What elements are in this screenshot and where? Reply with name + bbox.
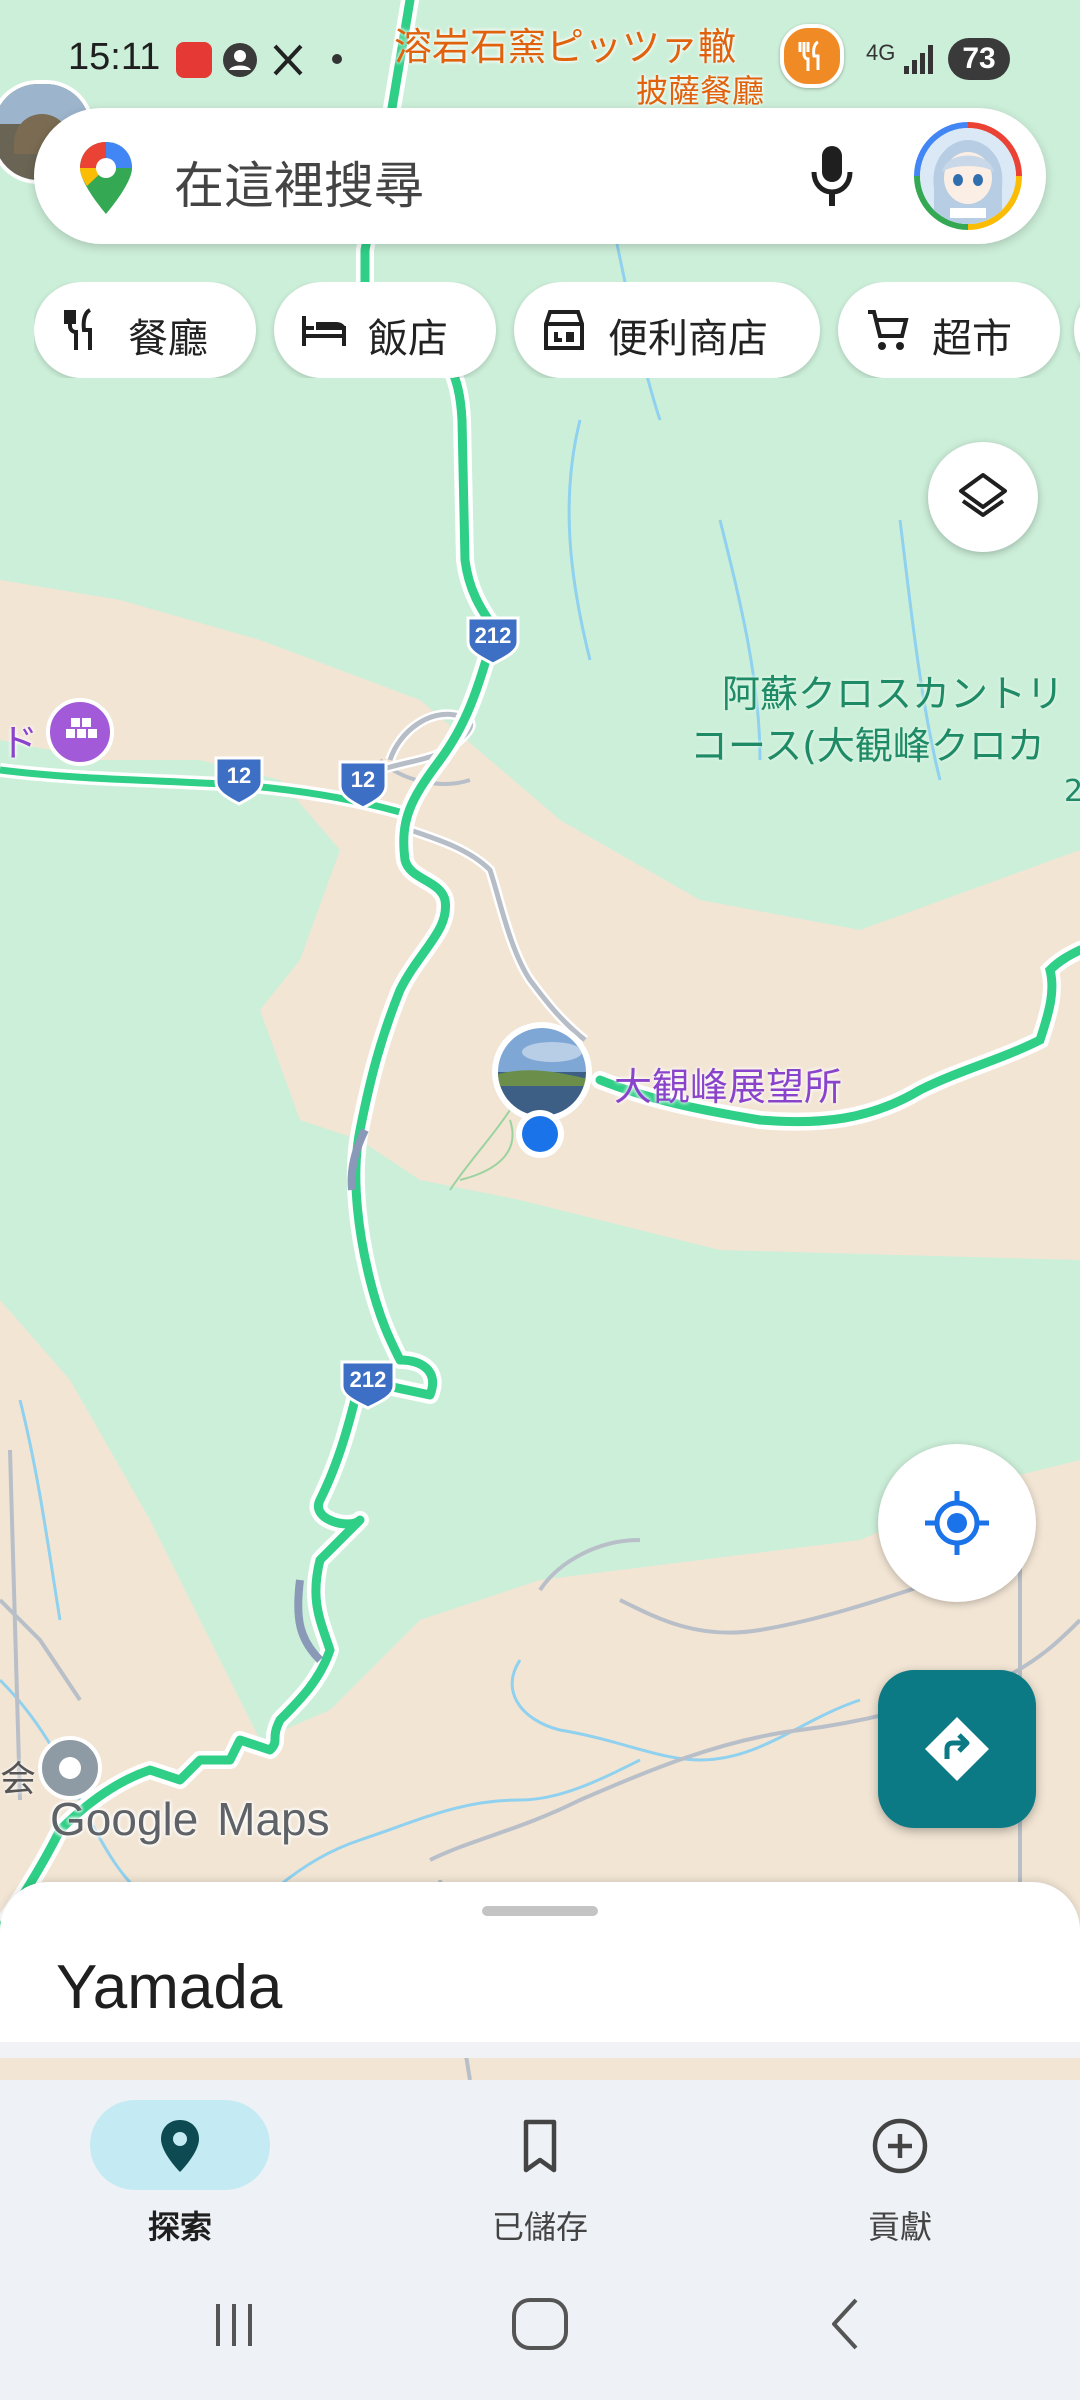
nav-label: 已儲存 xyxy=(491,2208,588,2246)
poi-marker-gray xyxy=(38,1736,102,1800)
my-location-icon xyxy=(925,1491,989,1555)
nav-explore[interactable]: 探索 xyxy=(0,2090,360,2250)
chip-restaurant[interactable]: 餐廳 xyxy=(34,282,256,378)
microphone-icon[interactable] xyxy=(804,142,860,210)
viewpoint-label[interactable]: 大観峰展望所 xyxy=(614,1056,842,1111)
back-icon[interactable] xyxy=(816,2294,876,2354)
route-shield-label: 212 xyxy=(350,1367,387,1392)
nav-contribute[interactable]: 貢獻 xyxy=(720,2090,1080,2250)
chip-label: 超市 xyxy=(932,316,1012,362)
chip-label: 便利商店 xyxy=(608,316,768,362)
park-label-line1: 阿蘇クロスカントリ xyxy=(722,672,1065,716)
bookmark-icon xyxy=(523,2119,557,2173)
google-maps-logo: Google Maps xyxy=(50,1792,330,1846)
park-label[interactable]: 阿蘇クロスカントリ コース(大観峰クロカ xyxy=(690,668,1080,772)
status-time: 15:11 xyxy=(68,36,161,78)
search-bar[interactable]: 在這裡搜尋 xyxy=(34,108,1046,244)
directions-button[interactable] xyxy=(878,1670,1036,1828)
current-location-dot xyxy=(516,1110,564,1158)
my-location-button[interactable] xyxy=(878,1444,1036,1602)
restaurant-icon xyxy=(64,308,92,350)
hotel-icon xyxy=(302,316,346,346)
maps-wordmark: Maps xyxy=(217,1793,330,1845)
system-navigation-bar xyxy=(0,2250,1080,2400)
search-input[interactable]: 在這裡搜尋 xyxy=(174,146,424,218)
explore-pin-icon xyxy=(161,2120,199,2172)
x-app-icon xyxy=(273,44,303,76)
directions-icon xyxy=(925,1717,989,1781)
fct-app-icon xyxy=(176,42,212,78)
category-chips: 餐廳 飯店 便利商店 超市 xyxy=(34,282,1080,378)
home-icon[interactable] xyxy=(508,2294,572,2354)
status-bar: 15:11 4G 73 xyxy=(0,0,1080,110)
recent-apps-icon[interactable] xyxy=(204,2298,264,2352)
nav-saved[interactable]: 已儲存 xyxy=(360,2090,720,2250)
park-label-overflow: 2 xyxy=(1064,774,1080,809)
layers-button[interactable] xyxy=(928,442,1038,552)
chip-supermarket[interactable]: 超市 xyxy=(838,282,1060,378)
bottom-sheet[interactable]: Yamada xyxy=(0,1882,1080,2042)
chip-hotel[interactable]: 飯店 xyxy=(274,282,496,378)
left-edge-place-label: 会 xyxy=(0,1759,37,1800)
convenience-store-icon xyxy=(544,310,584,350)
nav-label: 探索 xyxy=(147,2208,212,2246)
add-circle-icon xyxy=(872,2118,928,2174)
park-label-line2: コース(大観峰クロカ xyxy=(690,724,1045,768)
route-shield-label: 12 xyxy=(227,763,251,788)
shopping-cart-icon xyxy=(868,310,909,350)
route-shield-label: 12 xyxy=(351,767,375,792)
sheet-divider xyxy=(0,2042,1080,2058)
bottom-navigation: 探索 已儲存 貢獻 xyxy=(0,2080,1080,2250)
chip-label: 飯店 xyxy=(368,316,448,362)
google-wordmark: Google xyxy=(50,1793,199,1845)
account-circle-icon xyxy=(223,43,257,77)
layers-icon xyxy=(959,473,1007,517)
profile-avatar[interactable] xyxy=(914,122,1022,230)
chip-convenience-store[interactable]: 便利商店 xyxy=(514,282,820,378)
chip-overflow[interactable] xyxy=(1074,282,1080,378)
poi-marker-purple xyxy=(46,698,114,766)
nav-label: 貢獻 xyxy=(867,2208,932,2246)
chip-label: 餐廳 xyxy=(128,316,208,362)
left-edge-poi-label[interactable]: ド xyxy=(0,712,38,767)
dot-icon xyxy=(332,54,342,64)
sheet-title: Yamada xyxy=(56,1953,283,2022)
route-shield-label: 212 xyxy=(475,623,512,648)
drag-handle[interactable] xyxy=(482,1906,598,1916)
google-maps-pin-icon xyxy=(80,142,132,214)
network-type: 4G xyxy=(866,40,896,65)
viewpoint-photo-marker xyxy=(492,1022,592,1122)
battery-indicator: 73 xyxy=(948,38,1010,80)
signal-icon xyxy=(904,45,933,74)
avatar-image xyxy=(920,128,1016,224)
